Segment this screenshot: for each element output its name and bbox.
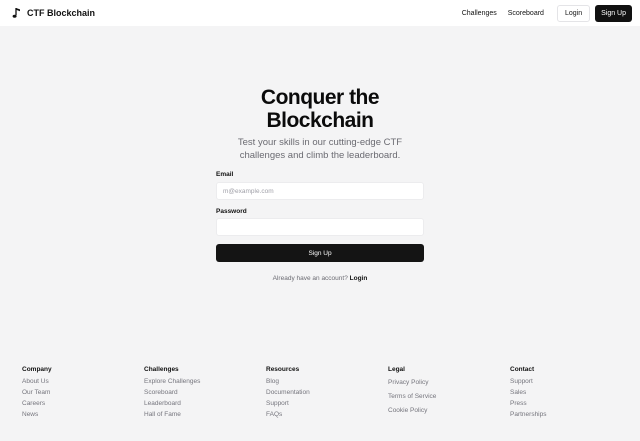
login-prompt-text: Already have an account? (272, 275, 348, 282)
music-note-icon (12, 8, 20, 18)
brand-name: CTF Blockchain (27, 8, 96, 18)
hero-title: Conquer the Blockchain (0, 86, 640, 132)
password-input[interactable] (216, 218, 424, 236)
footer-link[interactable]: Sales (510, 387, 547, 398)
footer-link[interactable]: Privacy Policy (388, 376, 436, 390)
footer-link[interactable]: Cookie Policy (388, 404, 436, 418)
footer-column-company: Company About Us Our Team Careers News (22, 366, 52, 420)
hero-title-line2: Blockchain (266, 109, 374, 132)
signup-submit-button[interactable]: Sign Up (216, 244, 424, 262)
footer-column-contact: Contact Support Sales Press Partnerships (510, 366, 547, 420)
brand[interactable]: CTF Blockchain (12, 7, 95, 19)
hero-subtitle-line1: Test your skills in our cutting-edge CTF (237, 137, 403, 148)
footer-link[interactable]: Careers (22, 398, 52, 409)
nav-right: Challenges Scoreboard Login Sign Up (462, 4, 632, 22)
footer-link[interactable]: Press (510, 398, 547, 409)
footer-link[interactable]: Support (266, 398, 310, 409)
hero-title-line1: Conquer the (260, 86, 380, 109)
footer-column-challenges: Challenges Explore Challenges Scoreboard… (144, 366, 200, 420)
login-prompt: Already have an account? Login (0, 275, 640, 282)
footer-link[interactable]: News (22, 409, 52, 420)
login-button[interactable]: Login (556, 4, 591, 22)
signup-nav-button[interactable]: Sign Up (595, 4, 632, 22)
footer-link[interactable]: About Us (22, 376, 52, 387)
footer-column-resources: Resources Blog Documentation Support FAQ… (266, 366, 310, 420)
nav-link-challenges[interactable]: Challenges (462, 10, 497, 17)
hero-subtitle-line2: challenges and climb the leaderboard. (239, 150, 401, 161)
footer-heading: Legal (388, 366, 405, 373)
login-link[interactable]: Login (350, 275, 368, 282)
footer-link[interactable]: Terms of Service (388, 390, 436, 404)
footer-heading: Resources (266, 366, 300, 373)
nav-link-scoreboard[interactable]: Scoreboard (508, 10, 544, 17)
footer-link[interactable]: FAQs (266, 409, 310, 420)
footer-link[interactable]: Our Team (22, 387, 52, 398)
top-navbar: CTF Blockchain Challenges Scoreboard Log… (0, 0, 640, 26)
footer-link[interactable]: Explore Challenges (144, 376, 200, 387)
email-input[interactable] (216, 182, 424, 200)
footer-link[interactable]: Partnerships (510, 409, 547, 420)
password-label: Password (216, 208, 247, 215)
email-label: Email (216, 171, 234, 178)
footer-column-legal: Legal Privacy Policy Terms of Service Co… (388, 366, 436, 418)
footer-heading: Company (22, 366, 52, 373)
footer-link[interactable]: Documentation (266, 387, 310, 398)
footer-link[interactable]: Leaderboard (144, 398, 200, 409)
footer-link[interactable]: Hall of Fame (144, 409, 200, 420)
footer-heading: Challenges (144, 366, 179, 373)
hero-subtitle: Test your skills in our cutting-edge CTF… (0, 136, 640, 162)
footer-heading: Contact (510, 366, 535, 373)
footer-link[interactable]: Support (510, 376, 547, 387)
footer-link[interactable]: Scoreboard (144, 387, 200, 398)
footer-link[interactable]: Blog (266, 376, 310, 387)
